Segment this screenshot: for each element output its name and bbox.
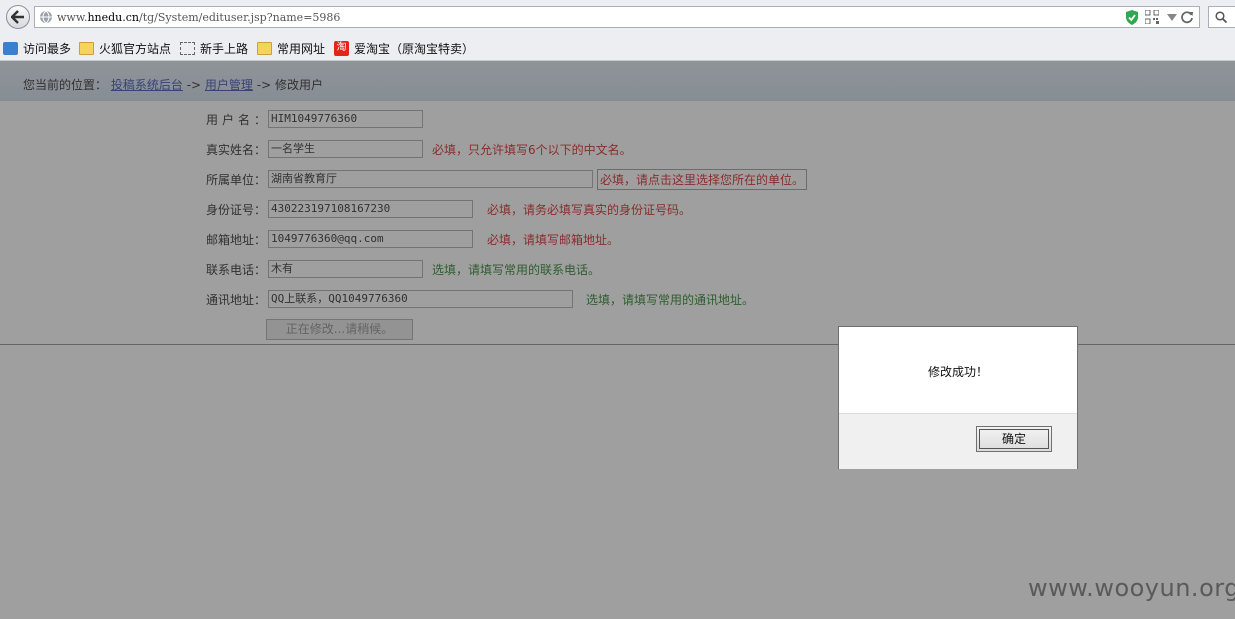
bookmark-label: 新手上路 <box>200 41 249 56</box>
back-arrow-icon <box>11 10 24 24</box>
bookmark-getting-started[interactable]: 新手上路 <box>180 40 248 56</box>
url-text[interactable]: www.hnedu.cn/tg/System/edituser.jsp?name… <box>57 11 340 24</box>
browser-navbar: www.hnedu.cn/tg/System/edituser.jsp?name… <box>0 0 1235 36</box>
folder-icon <box>257 41 272 55</box>
bookmark-firefox-official[interactable]: 火狐官方站点 <box>79 40 171 56</box>
dashed-box-icon <box>180 41 195 55</box>
search-box[interactable] <box>1208 6 1235 28</box>
bookmark-label: 火狐官方站点 <box>99 41 172 56</box>
shield-icon[interactable] <box>1125 10 1139 25</box>
folder-icon <box>79 41 94 55</box>
dialog-message: 修改成功！ <box>927 365 988 379</box>
ok-button[interactable]: 确定 <box>976 426 1052 452</box>
bookmark-label: 访问最多 <box>23 41 72 56</box>
back-button[interactable] <box>6 5 30 29</box>
bookmark-label: 爱淘宝（原淘宝特卖） <box>354 41 475 56</box>
bookmark-common-sites[interactable]: 常用网址 <box>257 40 325 56</box>
bookmarks-bar: 访问最多 火狐官方站点 新手上路 常用网址 淘 爱淘宝（原淘宝特卖） <box>0 36 1235 61</box>
globe-icon <box>40 10 52 24</box>
most-visited-icon <box>3 41 18 55</box>
reload-icon[interactable] <box>1180 10 1194 24</box>
bookmark-most-visited[interactable]: 访问最多 <box>3 40 71 56</box>
chevron-down-icon[interactable] <box>1167 14 1177 21</box>
alert-dialog: 修改成功！ 确定 <box>838 326 1078 469</box>
bookmark-taobao[interactable]: 淘 爱淘宝（原淘宝特卖） <box>334 40 474 56</box>
qr-code-icon[interactable] <box>1145 10 1159 24</box>
url-bar[interactable]: www.hnedu.cn/tg/System/edituser.jsp?name… <box>34 6 1200 28</box>
taobao-icon: 淘 <box>334 40 349 56</box>
watermark-text: www.wooyun.org <box>1028 574 1235 602</box>
bookmark-label: 常用网址 <box>277 41 326 56</box>
search-icon <box>1215 11 1227 23</box>
